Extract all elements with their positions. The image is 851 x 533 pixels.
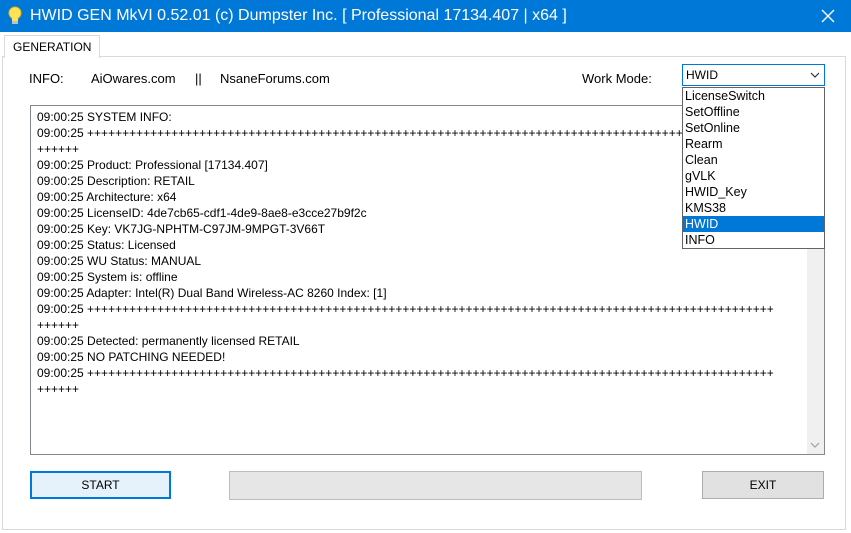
log-line: ++++++ <box>37 382 80 396</box>
close-icon <box>821 9 835 23</box>
option-hwid[interactable]: HWID <box>683 216 824 232</box>
progress-bar <box>229 471 642 500</box>
aiowares-link[interactable]: AiOwares.com <box>91 71 176 86</box>
close-button[interactable] <box>805 0 851 32</box>
log-line: 09:00:25 Detected: permanently licensed … <box>37 334 300 348</box>
chevron-down-icon <box>810 72 820 78</box>
work-mode-select[interactable]: HWID <box>682 64 825 86</box>
option-info[interactable]: INFO <box>683 232 824 248</box>
option-hwid-key[interactable]: HWID_Key <box>683 184 824 200</box>
tab-strip: GENERATION <box>0 33 851 58</box>
work-mode-dropdown: LicenseSwitch SetOffline SetOnline Rearm… <box>682 87 825 249</box>
tab-generation[interactable]: GENERATION <box>4 35 101 58</box>
log-line: 09:00:25 +++++++++++++++++++++++++++++++… <box>37 366 774 380</box>
work-mode-label: Work Mode: <box>582 71 652 86</box>
nsaneforums-link[interactable]: NsaneForums.com <box>220 71 330 86</box>
info-label: INFO: <box>29 71 64 86</box>
option-setoffline[interactable]: SetOffline <box>683 104 824 120</box>
chevron-down-icon[interactable] <box>810 440 820 450</box>
option-rearm[interactable]: Rearm <box>683 136 824 152</box>
log-line: 09:00:25 System is: offline <box>37 270 178 284</box>
log-line: ++++++ <box>37 318 80 332</box>
exit-button[interactable]: EXIT <box>702 471 824 499</box>
info-separator: || <box>195 71 202 86</box>
start-button[interactable]: START <box>30 471 171 499</box>
option-clean[interactable]: Clean <box>683 152 824 168</box>
title-bar[interactable]: HWID GEN MkVI 0.52.01 (c) Dumpster Inc. … <box>0 0 851 32</box>
option-setonline[interactable]: SetOnline <box>683 120 824 136</box>
option-kms38[interactable]: KMS38 <box>683 200 824 216</box>
log-line: 09:00:25 WU Status: MANUAL <box>37 254 202 268</box>
option-licenseswitch[interactable]: LicenseSwitch <box>683 88 824 104</box>
lightbulb-icon <box>6 6 24 26</box>
log-line: 09:00:25 Adapter: Intel(R) Dual Band Wir… <box>37 286 387 300</box>
app-window: HWID GEN MkVI 0.52.01 (c) Dumpster Inc. … <box>0 0 851 533</box>
window-title: HWID GEN MkVI 0.52.01 (c) Dumpster Inc. … <box>30 7 567 24</box>
log-line: 09:00:25 NO PATCHING NEEDED! <box>37 350 226 364</box>
log-line: 09:00:25 +++++++++++++++++++++++++++++++… <box>37 302 774 316</box>
work-mode-selected-value: HWID <box>686 68 718 82</box>
option-gvlk[interactable]: gVLK <box>683 168 824 184</box>
